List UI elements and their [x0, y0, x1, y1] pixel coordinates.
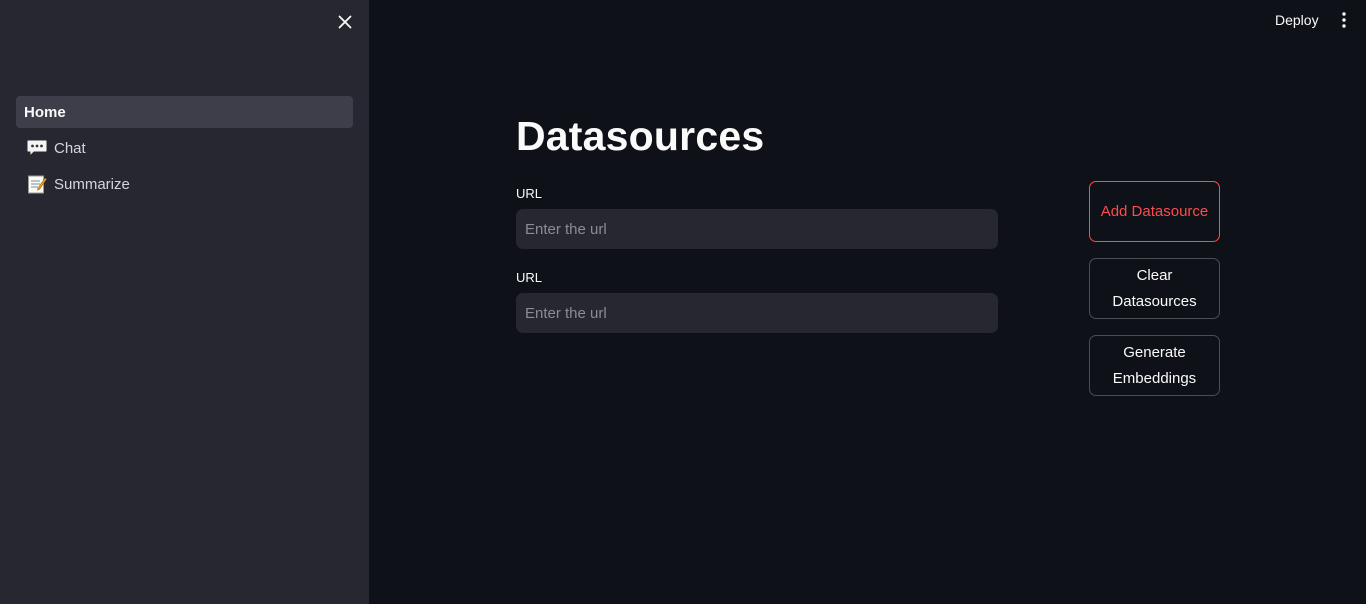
- kebab-menu-icon[interactable]: [1334, 10, 1354, 30]
- sidebar-item-label: Home: [24, 103, 66, 121]
- sidebar-item-chat[interactable]: Chat: [16, 132, 353, 164]
- url-field-label: URL: [516, 270, 543, 285]
- url-input[interactable]: [516, 209, 998, 249]
- url-field-label: URL: [516, 186, 543, 201]
- app: Home Chat Summarize Deploy Datasources U…: [0, 0, 1366, 604]
- speech-bubble-icon: [26, 138, 48, 158]
- sidebar-item-home[interactable]: Home: [16, 96, 353, 128]
- generate-embeddings-button[interactable]: Generate Embeddings: [1089, 335, 1220, 396]
- url-input[interactable]: [516, 293, 998, 333]
- deploy-button[interactable]: Deploy: [1268, 9, 1326, 31]
- page-title: Datasources: [516, 113, 765, 159]
- sidebar: Home Chat Summarize: [0, 0, 369, 604]
- sidebar-item-label: Summarize: [54, 175, 130, 193]
- add-datasource-button[interactable]: Add Datasource: [1089, 181, 1220, 242]
- memo-icon: [26, 174, 48, 194]
- clear-datasources-button[interactable]: Clear Datasources: [1089, 258, 1220, 319]
- close-icon[interactable]: [334, 11, 356, 33]
- sidebar-item-label: Chat: [54, 139, 86, 157]
- sidebar-item-summarize[interactable]: Summarize: [16, 168, 353, 200]
- sidebar-nav: Home Chat Summarize: [16, 96, 353, 204]
